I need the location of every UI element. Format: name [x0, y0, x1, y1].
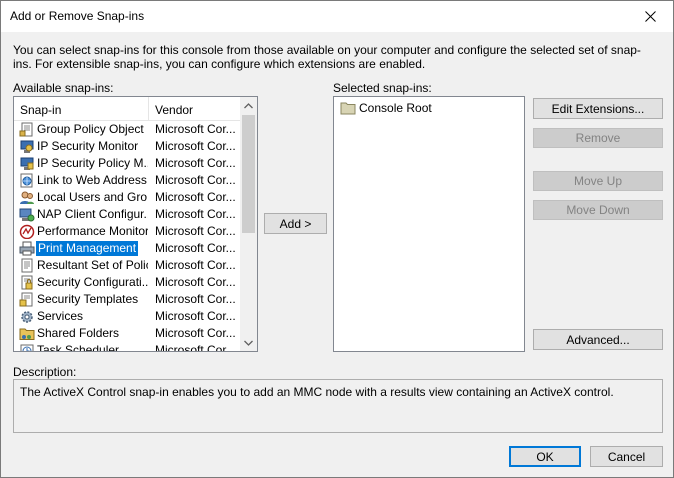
snapin-name: Link to Web Address [37, 173, 147, 187]
snapin-vendor: Microsoft Cor... [155, 173, 236, 187]
move-up-button[interactable]: Move Up [533, 171, 663, 191]
nap-client-icon [19, 207, 35, 222]
folder-icon [340, 102, 356, 115]
link-icon [19, 173, 35, 188]
selected-snapins-list[interactable]: Console Root [333, 96, 525, 352]
title-bar: Add or Remove Snap-ins [1, 1, 673, 32]
printer-icon [19, 241, 35, 256]
list-column-header: Snap-in Vendor [14, 97, 241, 121]
snapin-vendor: Microsoft Cor... [155, 292, 236, 306]
users-icon [19, 190, 35, 205]
snapin-name: Security Configurati... [37, 275, 148, 289]
list-item[interactable]: IP Security Policy M... Microsoft Cor... [14, 155, 241, 172]
snapin-vendor: Microsoft Cor... [155, 343, 236, 352]
add-remove-snapins-dialog: Add or Remove Snap-ins You can select sn… [0, 0, 674, 478]
snapin-rows: Group Policy Object ... Microsoft Cor... I… [14, 121, 241, 352]
shared-folders-icon [19, 326, 35, 341]
advanced-button[interactable]: Advanced... [533, 329, 663, 350]
column-divider[interactable] [148, 97, 149, 121]
list-item[interactable]: Security Configurati... Microsoft Cor... [14, 274, 241, 291]
intro-text: You can select snap-ins for this console… [13, 43, 641, 71]
services-gear-icon [19, 309, 35, 324]
column-header-snapin[interactable]: Snap-in [20, 103, 61, 117]
list-item[interactable]: Link to Web Address Microsoft Cor... [14, 172, 241, 189]
ok-button[interactable]: OK [509, 446, 581, 467]
list-item[interactable]: IP Security Monitor Microsoft Cor... [14, 138, 241, 155]
description-text: The ActiveX Control snap-in enables you … [20, 385, 614, 399]
snapin-name: Group Policy Object ... [37, 122, 148, 136]
snapin-name: Shared Folders [37, 326, 120, 340]
list-item-console-root[interactable]: Console Root [340, 100, 432, 116]
snapin-vendor: Microsoft Cor... [155, 326, 236, 340]
snapin-name: Performance Monitor [37, 224, 148, 238]
task-scheduler-icon [19, 343, 35, 351]
remove-button[interactable]: Remove [533, 128, 663, 148]
snapin-name: Resultant Set of Policy [37, 258, 148, 272]
vertical-scrollbar[interactable] [240, 97, 257, 351]
available-snapins-label: Available snap-ins: [13, 81, 114, 95]
window-title: Add or Remove Snap-ins [10, 9, 145, 23]
chevron-up-icon [244, 102, 253, 108]
policy-document-icon [19, 258, 35, 273]
description-label: Description: [13, 365, 77, 379]
snapin-name: Local Users and Gro... [37, 190, 148, 204]
snapin-vendor: Microsoft Cor... [155, 207, 236, 221]
move-down-button[interactable]: Move Down [533, 200, 663, 220]
snapin-vendor: Microsoft Cor... [155, 156, 236, 170]
snapin-name: Task Scheduler [37, 343, 120, 352]
list-item[interactable]: Services Microsoft Cor... [14, 308, 241, 325]
ip-security-monitor-icon [19, 139, 35, 154]
security-templates-icon [19, 292, 35, 307]
list-item[interactable]: Shared Folders Microsoft Cor... [14, 325, 241, 342]
edit-extensions-button[interactable]: Edit Extensions... [533, 98, 663, 119]
snapin-name: Services [37, 309, 84, 323]
scroll-down-button[interactable] [240, 334, 257, 351]
snapin-vendor: Microsoft Cor... [155, 224, 236, 238]
list-item[interactable]: Resultant Set of Policy Microsoft Cor... [14, 257, 241, 274]
ip-security-policy-icon [19, 156, 35, 171]
security-config-icon [19, 275, 35, 290]
list-item[interactable]: Performance Monitor Microsoft Cor... [14, 223, 241, 240]
list-item[interactable]: Print Management Microsoft Cor... [14, 240, 241, 257]
column-header-vendor[interactable]: Vendor [155, 103, 193, 117]
selected-snapins-label: Selected snap-ins: [333, 81, 432, 95]
cancel-button[interactable]: Cancel [590, 446, 663, 467]
available-snapins-list[interactable]: Snap-in Vendor Group Policy Object ... Mi… [13, 96, 258, 352]
scroll-up-button[interactable] [240, 97, 257, 114]
chevron-down-icon [244, 340, 253, 346]
snapin-vendor: Microsoft Cor... [155, 258, 236, 272]
close-icon [644, 11, 656, 22]
group-policy-icon [19, 122, 35, 137]
selected-item-label: Console Root [359, 101, 432, 115]
add-button[interactable]: Add > [264, 213, 327, 234]
snapin-vendor: Microsoft Cor... [155, 275, 236, 289]
snapin-name: Print Management [36, 241, 139, 256]
description-box: The ActiveX Control snap-in enables you … [13, 379, 663, 433]
snapin-name: IP Security Monitor [37, 139, 139, 153]
snapin-vendor: Microsoft Cor... [155, 309, 236, 323]
close-button[interactable] [627, 1, 673, 32]
scroll-thumb[interactable] [242, 115, 255, 233]
snapin-name: NAP Client Configur... [37, 207, 148, 221]
list-item[interactable]: Group Policy Object ... Microsoft Cor... [14, 121, 241, 138]
snapin-name: Security Templates [37, 292, 139, 306]
snapin-name: IP Security Policy M... [37, 156, 148, 170]
snapin-vendor: Microsoft Cor... [155, 190, 236, 204]
list-item[interactable]: NAP Client Configur... Microsoft Cor... [14, 206, 241, 223]
list-item[interactable]: Security Templates Microsoft Cor... [14, 291, 241, 308]
snapin-vendor: Microsoft Cor... [155, 241, 236, 255]
snapin-vendor: Microsoft Cor... [155, 122, 236, 136]
snapin-vendor: Microsoft Cor... [155, 139, 236, 153]
performance-monitor-icon [19, 224, 35, 239]
list-item[interactable]: Task Scheduler Microsoft Cor... [14, 342, 241, 352]
list-item[interactable]: Local Users and Gro... Microsoft Cor... [14, 189, 241, 206]
